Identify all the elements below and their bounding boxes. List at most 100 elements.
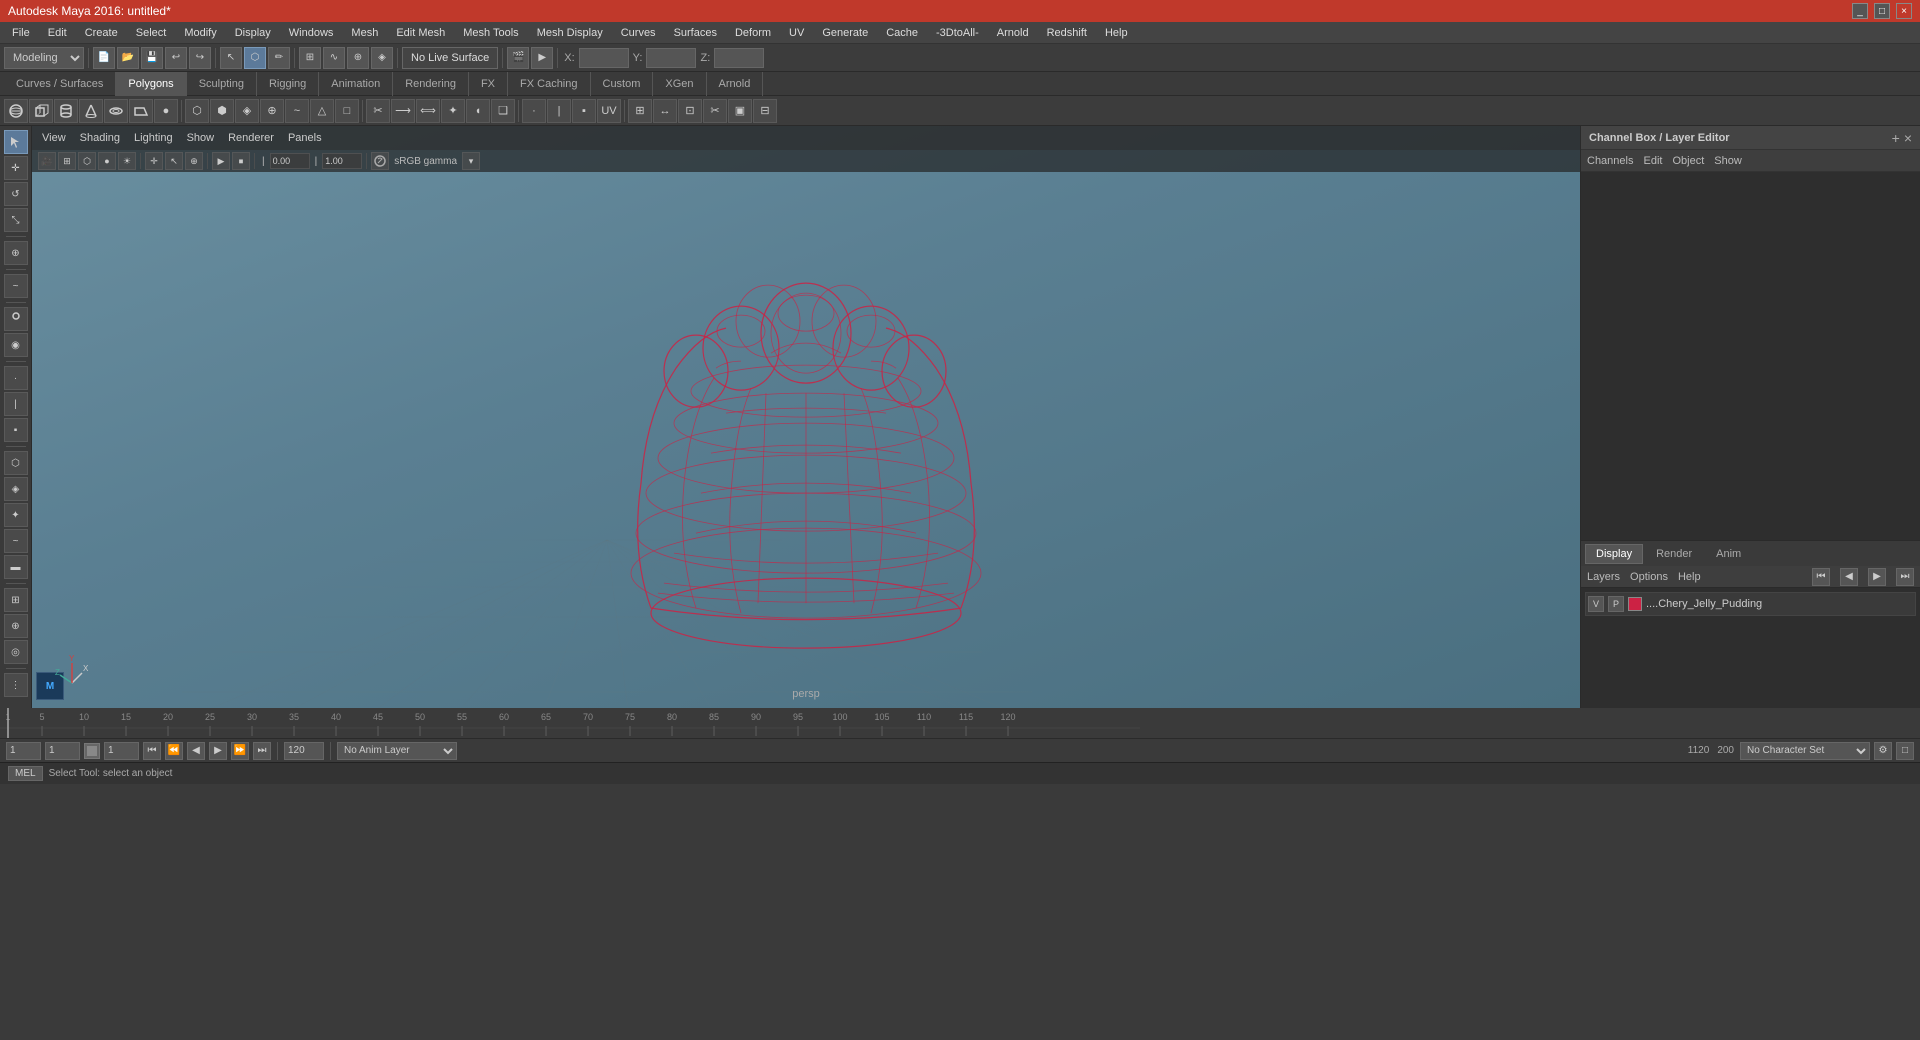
move-tool-btn[interactable]: ✛: [4, 156, 28, 180]
cb-channels-menu[interactable]: Channels: [1587, 155, 1633, 167]
cb-object-menu[interactable]: Object: [1672, 155, 1704, 167]
char-set-dropdown[interactable]: No Character Set: [1740, 742, 1870, 760]
normalize-btn[interactable]: ⊟: [753, 99, 777, 123]
le-prev-btn[interactable]: ◀: [1840, 568, 1858, 586]
vp-shading-menu[interactable]: Shading: [76, 130, 124, 146]
tab-xgen[interactable]: XGen: [653, 72, 706, 96]
menu-generate[interactable]: Generate: [814, 25, 876, 41]
offset-edge-btn[interactable]: ⟺: [416, 99, 440, 123]
x-field[interactable]: [579, 48, 629, 68]
menu-3dtoall[interactable]: -3DtoAll-: [928, 25, 987, 41]
mel-badge[interactable]: MEL: [8, 766, 43, 781]
wedge-btn[interactable]: ◖: [466, 99, 490, 123]
vsb-wire-btn[interactable]: ⬡: [78, 152, 96, 170]
new-file-button[interactable]: 📄: [93, 47, 115, 69]
disk-icon-btn[interactable]: ●: [154, 99, 178, 123]
layer-tab-display[interactable]: Display: [1585, 544, 1643, 564]
vsb-grid-btn[interactable]: ⊞: [58, 152, 76, 170]
menu-redshift[interactable]: Redshift: [1039, 25, 1095, 41]
menu-surfaces[interactable]: Surfaces: [666, 25, 725, 41]
uv-shells-btn[interactable]: ▣: [728, 99, 752, 123]
play-fwd-btn[interactable]: ▶: [209, 742, 227, 760]
vsb-gamma-dropdown[interactable]: ▾: [462, 152, 480, 170]
multi-cut-btn[interactable]: ✂: [366, 99, 390, 123]
layer-tab-render[interactable]: Render: [1645, 544, 1703, 564]
maximize-button[interactable]: □: [1874, 3, 1890, 19]
snap-surface-button[interactable]: ◈: [371, 47, 393, 69]
select-tool-btn[interactable]: [4, 130, 28, 154]
3d-viewport[interactable]: View Shading Lighting Show Renderer Pane…: [32, 126, 1580, 708]
menu-deform[interactable]: Deform: [727, 25, 779, 41]
menu-modify[interactable]: Modify: [176, 25, 224, 41]
vsb-camera-btn[interactable]: 🎥: [38, 152, 56, 170]
menu-cache[interactable]: Cache: [878, 25, 926, 41]
scale-tool-btn[interactable]: ⤡: [4, 208, 28, 232]
go-end-btn[interactable]: ⏭: [253, 742, 271, 760]
minimize-button[interactable]: _: [1852, 3, 1868, 19]
unfold-btn[interactable]: ↔: [653, 99, 677, 123]
tab-sculpting[interactable]: Sculpting: [187, 72, 257, 96]
tab-custom[interactable]: Custom: [591, 72, 654, 96]
menu-select[interactable]: Select: [128, 25, 175, 41]
bc-extra-btn[interactable]: □: [1896, 742, 1914, 760]
snap-view-btn[interactable]: ◎: [4, 640, 28, 664]
more-tools-btn[interactable]: ⋮: [4, 673, 28, 697]
end-frame-field2[interactable]: [284, 742, 324, 760]
snap-point-button[interactable]: ⊕: [347, 47, 369, 69]
smooth-sculpt-btn[interactable]: ~: [4, 529, 28, 553]
menu-uv[interactable]: UV: [781, 25, 812, 41]
rotate-tool-btn[interactable]: ↺: [4, 182, 28, 206]
duplicate-btn[interactable]: ❑: [491, 99, 515, 123]
merge-btn[interactable]: ⊕: [260, 99, 284, 123]
component-vertex-btn[interactable]: ·: [4, 366, 28, 390]
snap-curve-button[interactable]: ∿: [323, 47, 345, 69]
uv-mode-btn[interactable]: UV: [597, 99, 621, 123]
flatten-btn[interactable]: ▬: [4, 555, 28, 579]
triangulate-btn[interactable]: △: [310, 99, 334, 123]
vertex-mode-btn[interactable]: ·: [522, 99, 546, 123]
go-start-btn[interactable]: ⏮: [143, 742, 161, 760]
vsb-value1-field[interactable]: [270, 153, 310, 169]
cb-show-menu[interactable]: Show: [1714, 155, 1742, 167]
vsb-playback-btn[interactable]: ▶: [212, 152, 230, 170]
tab-rigging[interactable]: Rigging: [257, 72, 319, 96]
le-next-btn[interactable]: ▶: [1868, 568, 1886, 586]
layout-uv-btn[interactable]: ⊡: [678, 99, 702, 123]
tab-fx[interactable]: FX: [469, 72, 508, 96]
menu-create[interactable]: Create: [77, 25, 126, 41]
vsb-value2-field[interactable]: [322, 153, 362, 169]
paint-tool-button[interactable]: ✏: [268, 47, 290, 69]
menu-mesh-display[interactable]: Mesh Display: [529, 25, 611, 41]
vsb-shade-btn[interactable]: ●: [98, 152, 116, 170]
channel-box-expand-btn[interactable]: +: [1892, 130, 1900, 146]
sculpt-btn[interactable]: ⬡: [4, 451, 28, 475]
mode-dropdown[interactable]: Modeling: [4, 47, 84, 69]
layer-vis-p[interactable]: P: [1608, 596, 1624, 612]
bridge-btn[interactable]: ⬢: [210, 99, 234, 123]
tab-polygons[interactable]: Polygons: [116, 72, 186, 96]
menu-display[interactable]: Display: [227, 25, 279, 41]
vp-view-menu[interactable]: View: [38, 130, 70, 146]
extrude-btn[interactable]: ⬡: [185, 99, 209, 123]
tab-arnold[interactable]: Arnold: [707, 72, 764, 96]
vp-show-menu[interactable]: Show: [183, 130, 219, 146]
menu-edit[interactable]: Edit: [40, 25, 75, 41]
channel-box-close-btn[interactable]: ×: [1904, 130, 1912, 146]
vsb-snap-btn[interactable]: ⊕: [185, 152, 203, 170]
tab-fx-caching[interactable]: FX Caching: [508, 72, 590, 96]
anim-layer-dropdown[interactable]: No Anim Layer: [337, 742, 457, 760]
vp-lighting-menu[interactable]: Lighting: [130, 130, 177, 146]
cube-icon-btn[interactable]: [29, 99, 53, 123]
torus-icon-btn[interactable]: [104, 99, 128, 123]
vsb-gamma-btn[interactable]: [371, 152, 389, 170]
face-mode-btn[interactable]: ▪: [572, 99, 596, 123]
vsb-stop-btn[interactable]: ⏹: [232, 152, 250, 170]
redo-button[interactable]: ↪: [189, 47, 211, 69]
component-face-btn[interactable]: ▪: [4, 418, 28, 442]
menu-help[interactable]: Help: [1097, 25, 1136, 41]
layer-tab-anim[interactable]: Anim: [1705, 544, 1752, 564]
cb-edit-menu[interactable]: Edit: [1643, 155, 1662, 167]
lasso-tool-button[interactable]: ⬡: [244, 47, 266, 69]
menu-curves[interactable]: Curves: [613, 25, 664, 41]
sphere-icon-btn[interactable]: [4, 99, 28, 123]
